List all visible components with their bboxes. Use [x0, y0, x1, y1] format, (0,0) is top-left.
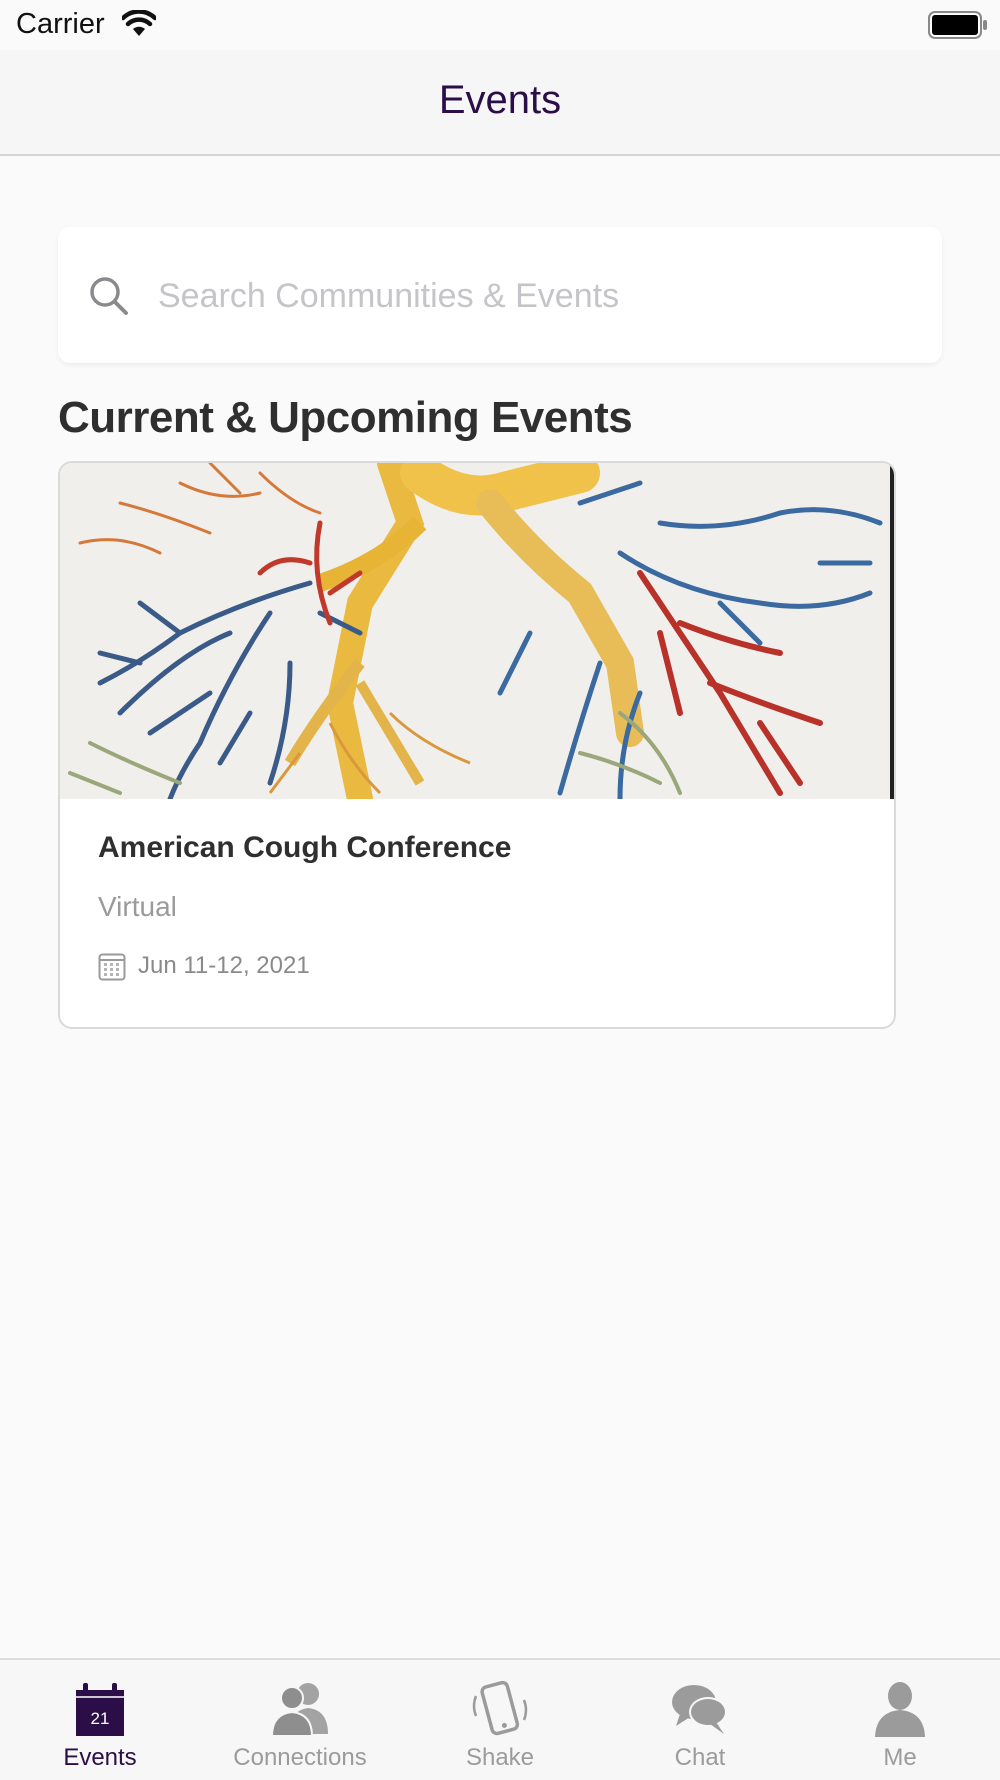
tab-label-events: Events	[63, 1744, 137, 1771]
event-card[interactable]: American Cough Conference Virtual Jun 11…	[58, 461, 896, 1029]
wifi-icon	[120, 9, 158, 43]
event-location: Virtual	[98, 891, 177, 922]
calendar-icon: 21	[70, 1680, 130, 1738]
tab-events[interactable]: 21 Events	[0, 1660, 200, 1780]
tab-chat[interactable]: Chat	[600, 1660, 800, 1780]
tab-label-connections: Connections	[233, 1744, 367, 1771]
tab-connections[interactable]: Connections	[200, 1660, 400, 1780]
event-date: Jun 11-12, 2021	[138, 952, 310, 979]
search-input[interactable]	[156, 263, 900, 329]
section-title: Current & Upcoming Events	[58, 393, 633, 442]
navigation-bar: Events	[0, 50, 1000, 156]
tab-label-chat: Chat	[674, 1744, 726, 1771]
person-icon	[870, 1680, 930, 1738]
carrier-label: Carrier	[16, 8, 105, 40]
tab-label-me: Me	[883, 1744, 917, 1771]
event-name: American Cough Conference	[98, 831, 512, 864]
people-icon	[270, 1680, 330, 1738]
page-title: Events	[438, 78, 562, 122]
calendar-day-number: 21	[91, 1709, 110, 1728]
event-cover-image	[60, 463, 894, 799]
tab-label-shake: Shake	[465, 1744, 535, 1771]
calendar-icon	[98, 951, 126, 986]
battery-icon	[928, 11, 988, 44]
tab-me[interactable]: Me	[800, 1660, 1000, 1780]
status-bar: Carrier	[0, 0, 1000, 50]
search-icon	[88, 275, 130, 322]
search-bar[interactable]	[58, 227, 942, 363]
tab-bar: 21 Events Connections Shake Chat Me	[0, 1658, 1000, 1780]
phone-shake-icon	[470, 1680, 530, 1738]
tab-shake[interactable]: Shake	[400, 1660, 600, 1780]
chat-bubbles-icon	[670, 1680, 730, 1738]
